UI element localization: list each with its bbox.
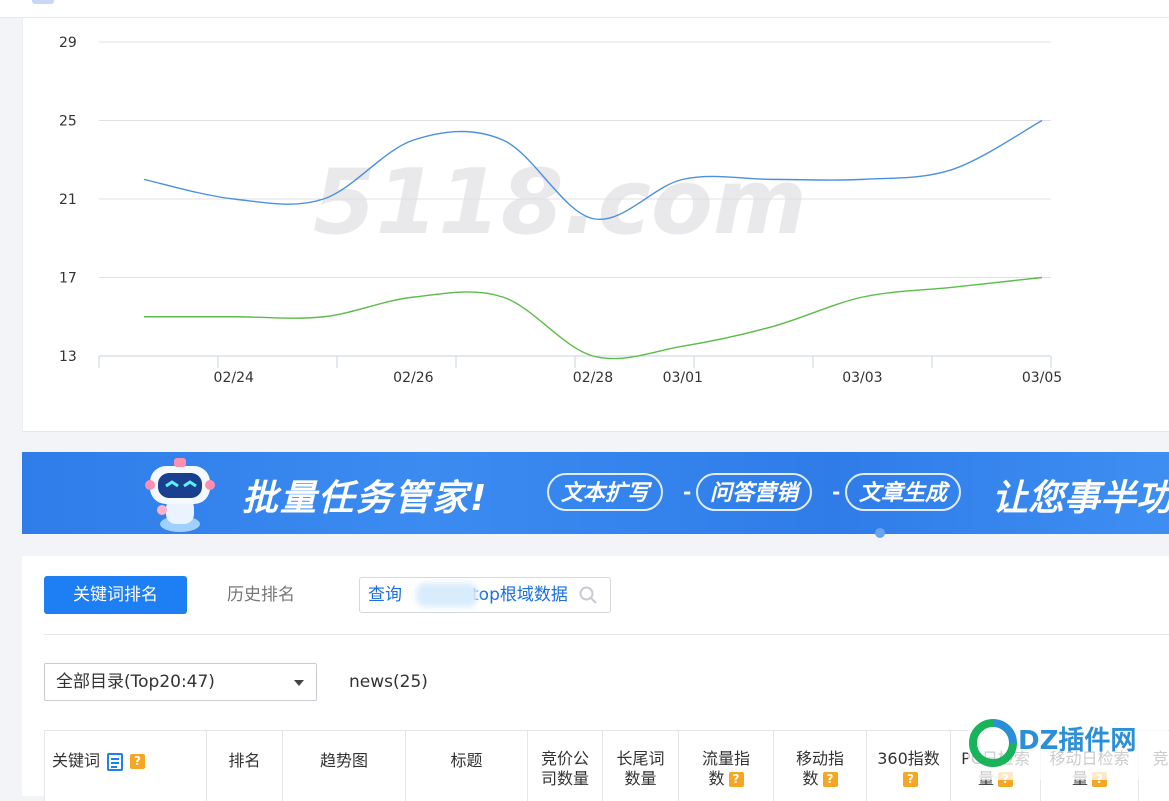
trend-chart-card: 5118.com 29 25 21 17 13 02/24 02/26 02/28 03/01 03…: [22, 18, 1169, 432]
x-tick-label: 03/05: [1022, 370, 1062, 386]
banner-pill-article-gen: 文章生成: [845, 473, 962, 511]
caret-down-icon: [294, 680, 304, 686]
robot-mascot-icon: [145, 458, 215, 532]
carousel-indicator-dot[interactable]: [875, 528, 885, 538]
top-bar: [0, 0, 1169, 18]
list-icon[interactable]: [106, 752, 126, 772]
x-tick-label: 03/01: [663, 370, 703, 386]
y-tick-label: 17: [59, 271, 77, 287]
col-title-label: 标题: [450, 751, 483, 770]
col-bid-companies-label: 竞价公司数量: [540, 749, 589, 788]
col-keyword: 关键词?: [45, 731, 207, 801]
col-title: 标题: [406, 731, 528, 801]
help-icon[interactable]: ?: [130, 754, 146, 769]
banner-tagline: 让您事半功: [992, 478, 1169, 519]
query-suffix: top根域数据: [472, 585, 568, 605]
col-trend-label: 趋势图: [319, 751, 368, 770]
directory-select[interactable]: 全部目录(Top20:47): [44, 663, 317, 701]
dz-watermark-overlay: DZ插件网: [968, 710, 1168, 780]
query-prefix: 查询: [368, 585, 402, 605]
tab-keyword-ranking[interactable]: 关键词排名: [44, 576, 187, 614]
banner-separator: -: [683, 480, 692, 504]
col-mobile-index: 移动指数?: [774, 731, 867, 801]
query-top-domain-button[interactable]: 查询 top根域数据: [359, 577, 611, 613]
chart-watermark: 5118.com: [313, 150, 807, 255]
panel-divider: [44, 634, 1169, 635]
col-rank-label: 排名: [228, 751, 261, 770]
dz-watermark-text: DZ插件网: [1018, 726, 1137, 756]
banner-headline: 批量任务管家!: [242, 478, 489, 519]
search-icon: [579, 586, 597, 604]
series-line-2: [143, 276, 1043, 360]
x-tick-label: 02/24: [214, 370, 254, 386]
y-tick-label: 13: [59, 349, 77, 365]
col-traffic-index: 流量指数?: [679, 731, 774, 801]
redacted-domain: [416, 583, 478, 607]
dz-logo-icon: [969, 719, 1017, 767]
x-tick-label: 02/28: [573, 370, 613, 386]
col-360-index-label: 360指数: [877, 749, 940, 768]
banner-pill-text-expand: 文本扩写: [547, 473, 664, 511]
col-bid-companies: 竞价公司数量: [528, 731, 603, 801]
col-rank: 排名: [207, 731, 283, 801]
col-longtail: 长尾词数量: [603, 731, 679, 801]
logo-fragment: [32, 0, 54, 4]
col-trend: 趋势图: [283, 731, 406, 801]
trend-chart: 5118.com 29 25 21 17 13 02/24 02/26 02/28 03/01 03…: [59, 35, 1062, 386]
directory-select-value: 全部目录(Top20:47): [56, 672, 215, 692]
x-tick-label: 02/26: [393, 370, 433, 386]
x-tick-label: 03/03: [842, 370, 882, 386]
col-360-index: 360指数?: [867, 731, 951, 801]
y-tick-label: 21: [59, 192, 77, 208]
y-tick-label: 25: [59, 114, 77, 130]
tab-history-ranking[interactable]: 历史排名: [227, 576, 295, 614]
banner-pill-qa-marketing: 问答营销: [696, 473, 813, 511]
col-keyword-label: 关键词: [52, 751, 101, 770]
banner-separator: -: [832, 480, 841, 504]
promo-banner[interactable]: 批量任务管家! 文本扩写 - 问答营销 - 文章生成 让您事半功: [22, 452, 1169, 534]
y-tick-label: 29: [59, 35, 77, 51]
news-filter-link[interactable]: news(25): [349, 663, 428, 701]
col-longtail-label: 长尾词数量: [616, 749, 665, 788]
